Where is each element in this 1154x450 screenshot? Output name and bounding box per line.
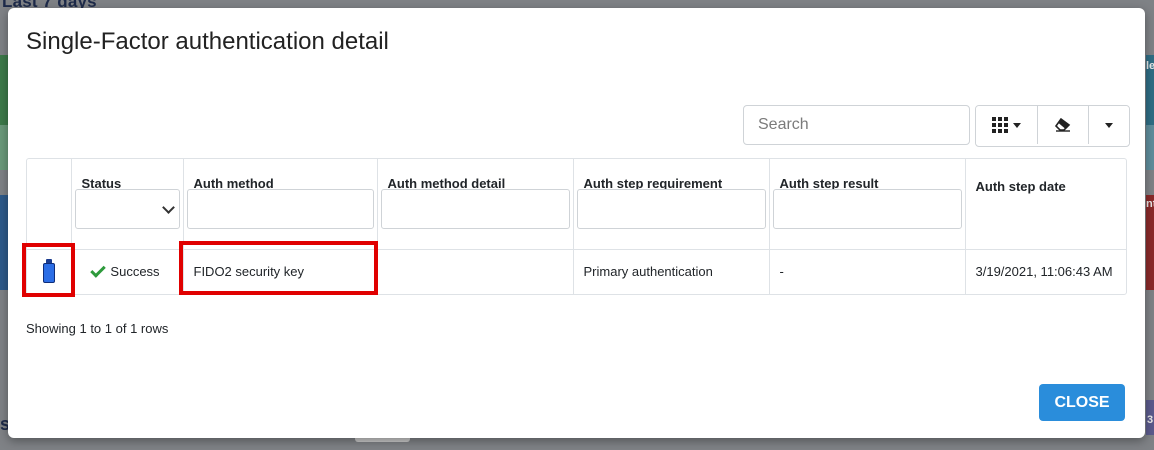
chevron-down-icon — [161, 201, 175, 214]
background-panel — [0, 195, 8, 290]
background-panel — [0, 55, 8, 125]
status-filter-select[interactable] — [74, 189, 180, 229]
column-header-label: Auth step result — [779, 176, 879, 191]
requirement-cell: Primary authentication — [573, 249, 770, 294]
background-panel — [1146, 125, 1154, 170]
search-input[interactable] — [743, 105, 970, 145]
status-cell: Success — [71, 249, 184, 294]
background-edge-text: le — [1146, 60, 1154, 72]
close-button[interactable]: CLOSE — [1039, 384, 1125, 421]
column-header-label: Status — [81, 176, 122, 191]
clear-filters-button[interactable] — [1038, 106, 1089, 144]
column-header-status[interactable]: Status — [71, 159, 184, 249]
date-cell: 3/19/2021, 11:06:43 AM — [975, 264, 1113, 280]
check-icon — [90, 261, 107, 278]
table-header-row: Status Auth method Auth method detail Au… — [27, 159, 1126, 249]
method-detail-cell — [377, 249, 574, 294]
method-filter-input[interactable] — [186, 189, 374, 229]
caret-down-icon — [1013, 122, 1021, 128]
column-header-label: Auth step requirement — [583, 176, 723, 191]
auth-detail-modal: Single-Factor authentication detail Sear… — [8, 8, 1145, 438]
grid-icon — [992, 117, 1008, 133]
status-text: Success — [110, 264, 160, 280]
column-header-method[interactable]: Auth method — [183, 159, 378, 249]
background-edge-text: 3 — [1147, 414, 1154, 426]
caret-down-icon — [1105, 122, 1113, 128]
column-header-method-detail[interactable]: Auth method detail — [377, 159, 574, 249]
result-filter-input[interactable] — [772, 189, 962, 229]
modal-title: Single-Factor authentication detail — [26, 28, 389, 55]
result-cell: - — [769, 249, 966, 294]
pagination-info: Showing 1 to 1 of 1 rows — [26, 321, 169, 336]
column-header-requirement[interactable]: Auth step requirement — [573, 159, 770, 249]
eraser-icon — [1055, 118, 1071, 132]
column-header-label: Auth step date — [975, 179, 1066, 194]
highlight-box — [22, 243, 75, 297]
columns-button[interactable] — [976, 106, 1038, 144]
requirement-filter-input[interactable] — [576, 189, 766, 229]
table-toolbar — [975, 105, 1130, 147]
more-options-button[interactable] — [1089, 106, 1129, 144]
background-edge-text: nt — [1146, 198, 1154, 210]
method-detail-filter-input[interactable] — [380, 189, 570, 229]
column-header-icon — [27, 159, 72, 249]
highlight-box — [179, 241, 378, 295]
column-header-result[interactable]: Auth step result — [769, 159, 966, 249]
column-header-date[interactable]: Auth step date — [965, 159, 1126, 249]
background-panel — [0, 125, 8, 170]
column-header-label: Auth method — [193, 176, 274, 191]
column-header-label: Auth method detail — [387, 176, 506, 191]
